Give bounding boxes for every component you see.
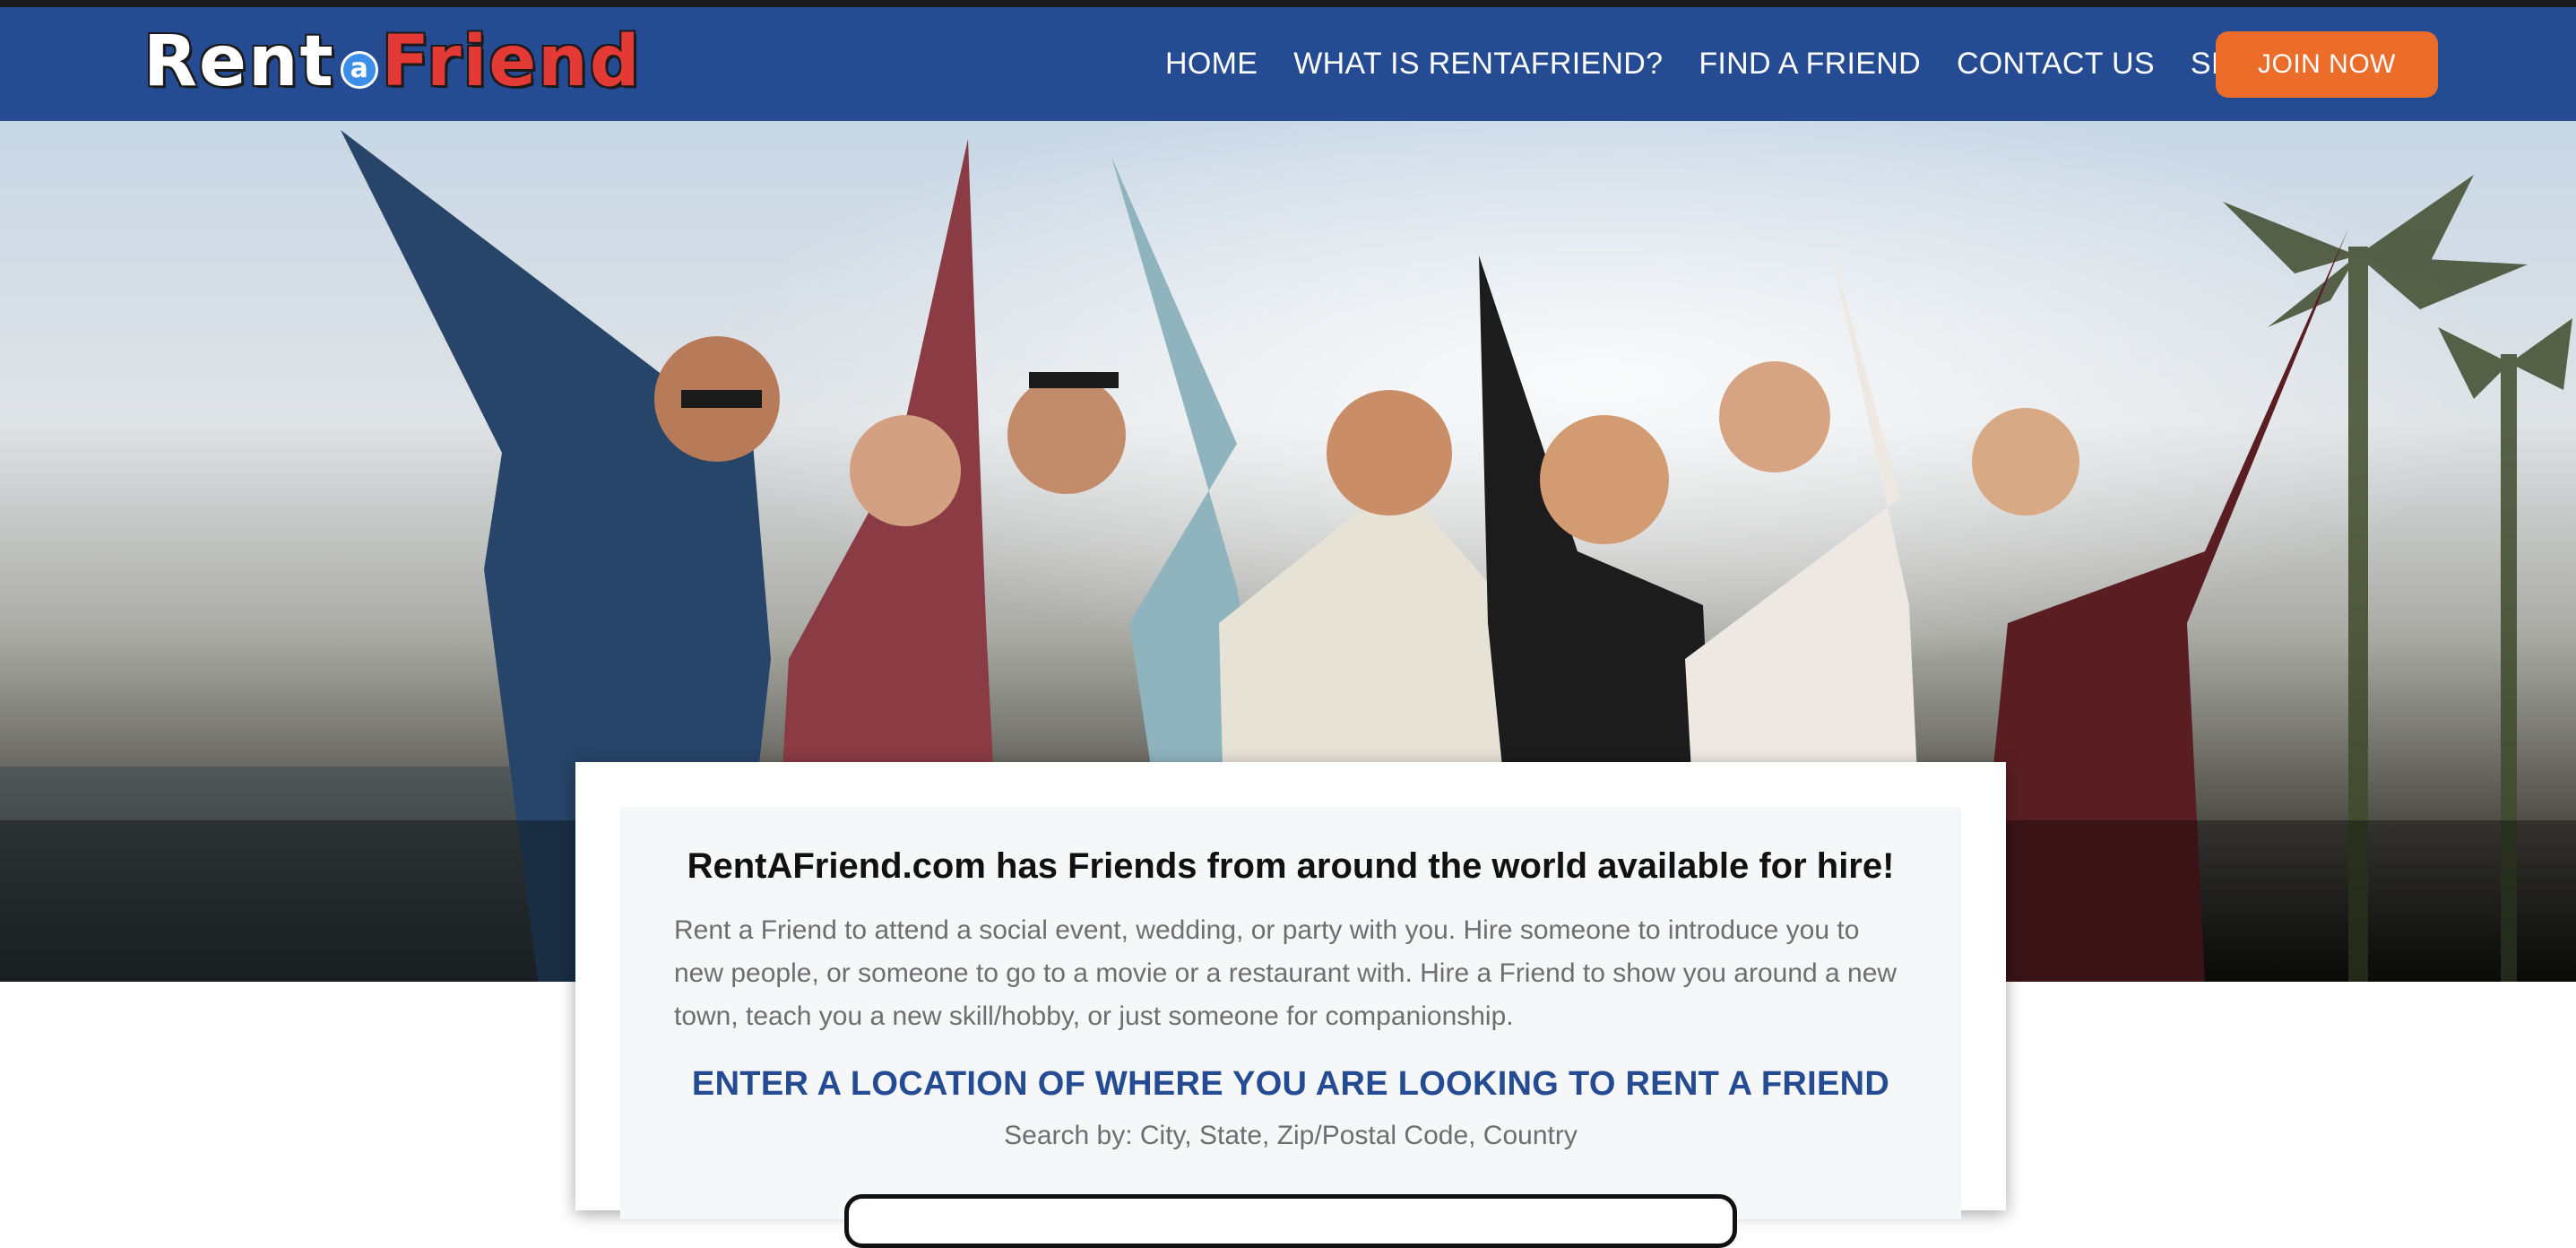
logo-a-badge: a (340, 51, 378, 89)
site-logo[interactable]: Rent a Friend (143, 20, 642, 104)
nav-find-a-friend[interactable]: FIND A FRIEND (1699, 47, 1921, 82)
intro-card-inner: RentAFriend.com has Friends from around … (620, 807, 1961, 1248)
top-edge (0, 0, 2576, 7)
intro-card: RentAFriend.com has Friends from around … (575, 762, 2006, 1248)
location-prompt-heading: ENTER A LOCATION OF WHERE YOU ARE LOOKIN… (691, 1065, 1890, 1103)
nav-what-is-rentafriend[interactable]: WHAT IS RENTAFRIEND? (1293, 47, 1663, 82)
main-nav: HOME WHAT IS RENTAFRIEND? FIND A FRIEND … (1165, 7, 2342, 121)
logo-rent-text: Rent (143, 22, 335, 102)
nav-contact-us[interactable]: CONTACT US (1957, 47, 2155, 82)
nav-home[interactable]: HOME (1165, 47, 1258, 82)
join-now-button[interactable]: JOIN NOW (2216, 31, 2438, 98)
search-hint: Search by: City, State, Zip/Postal Code,… (1004, 1121, 1578, 1150)
intro-description: Rent a Friend to attend a social event, … (674, 915, 1897, 1031)
intro-title: RentAFriend.com has Friends from around … (687, 846, 1895, 886)
location-search-input[interactable] (844, 1194, 1737, 1248)
logo-friend-text: Friend (381, 22, 642, 102)
